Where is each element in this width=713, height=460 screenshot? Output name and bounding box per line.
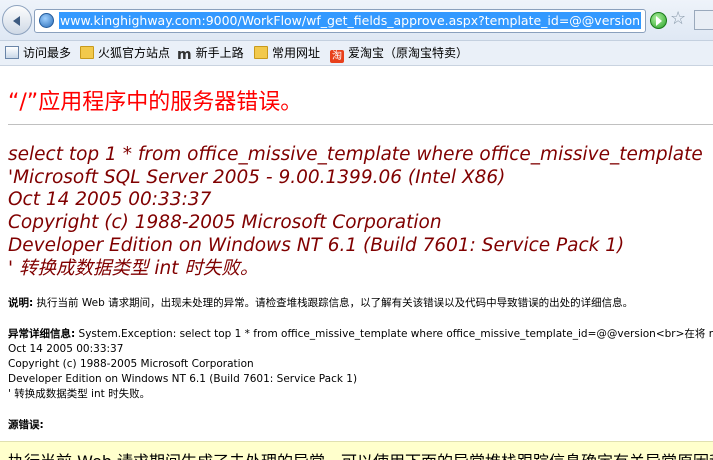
taobao-icon: 淘: [330, 50, 344, 63]
error-message-line: Copyright (c) 1988-2005 Microsoft Corpor…: [8, 212, 442, 234]
navigation-toolbar: www.kinghighway.com:9000/WorkFlow/wf_get…: [0, 0, 713, 41]
exception-details: 异常详细信息: System.Exception: select top 1 *…: [8, 327, 713, 402]
divider: [8, 124, 713, 125]
error-message-line: Developer Edition on Windows NT 6.1 (Bui…: [8, 234, 625, 256]
bookmark-label: 访问最多: [23, 46, 72, 60]
description-text: 执行当前 Web 请求期间，出现未处理的异常。请检查堆栈跟踪信息，以了解有关该错…: [33, 297, 634, 309]
most-visited-icon: [5, 46, 19, 59]
bookmark-label: 常用网址: [272, 46, 321, 60]
exception-line: Developer Edition on Windows NT 6.1 (Bui…: [8, 373, 358, 385]
bookmark-label: 爱淘宝（原淘宝特卖）: [348, 46, 469, 60]
bookmark-getting-started[interactable]: m 新手上路: [177, 45, 244, 63]
bookmark-aitaobao[interactable]: 淘爱淘宝（原淘宝特卖）: [330, 45, 469, 63]
folder-icon: [254, 46, 268, 59]
bookmarks-toolbar: 访问最多 火狐官方站点 m 新手上路 常用网址 淘爱淘宝（原淘宝特卖）: [0, 41, 713, 66]
source-error-text: 执行当前 Web 请求期间生成了未处理的异常。可以使用下面的异常堆栈跟踪信息确定…: [8, 448, 713, 460]
error-message-line: select top 1 * from office_missive_templ…: [8, 144, 703, 165]
address-bar[interactable]: www.kinghighway.com:9000/WorkFlow/wf_get…: [34, 9, 646, 33]
source-error-label: 源错误:: [8, 419, 44, 431]
source-error-box: 执行当前 Web 请求期间生成了未处理的异常。可以使用下面的异常堆栈跟踪信息确定…: [0, 441, 713, 460]
error-message-line: Oct 14 2005 00:33:37: [8, 189, 212, 211]
globe-icon: [39, 13, 54, 28]
page-title: “/”应用程序中的服务器错误。: [8, 90, 303, 115]
page-content: “/”应用程序中的服务器错误。 select top 1 * from offi…: [0, 66, 713, 460]
bookmark-label: 火狐官方站点: [98, 46, 171, 60]
bookmark-star-icon[interactable]: ☆: [670, 9, 686, 29]
back-button[interactable]: [2, 5, 32, 35]
m-icon: m: [177, 47, 192, 63]
exception-line: Copyright (c) 1988-2005 Microsoft Corpor…: [8, 358, 254, 370]
bookmark-firefox-site[interactable]: 火狐官方站点: [80, 45, 170, 62]
error-message-line: ' 转换成数据类型 int 时失败。: [8, 257, 259, 279]
folder-icon: [80, 46, 94, 59]
description-label: 说明:: [8, 297, 34, 309]
error-message-line: 'Microsoft SQL Server 2005 - 9.00.1399.0…: [8, 166, 506, 188]
bookmark-most-visited[interactable]: 访问最多: [5, 45, 71, 62]
error-message: select top 1 * from office_missive_templ…: [8, 144, 703, 280]
bookmark-common-sites[interactable]: 常用网址: [254, 45, 320, 62]
exception-text: System.Exception: select top 1 * from of…: [75, 328, 713, 340]
exception-line: ' 转换成数据类型 int 时失败。: [8, 388, 151, 400]
exception-label: 异常详细信息:: [8, 328, 76, 340]
toolbar-extension-icon[interactable]: [694, 10, 713, 30]
description: 说明: 执行当前 Web 请求期间，出现未处理的异常。请检查堆栈跟踪信息，以了解…: [8, 295, 633, 310]
url-text[interactable]: www.kinghighway.com:9000/WorkFlow/wf_get…: [59, 12, 642, 29]
go-icon[interactable]: [650, 12, 667, 29]
bookmark-label: 新手上路: [195, 46, 244, 60]
exception-line: Oct 14 2005 00:33:37: [8, 343, 124, 355]
